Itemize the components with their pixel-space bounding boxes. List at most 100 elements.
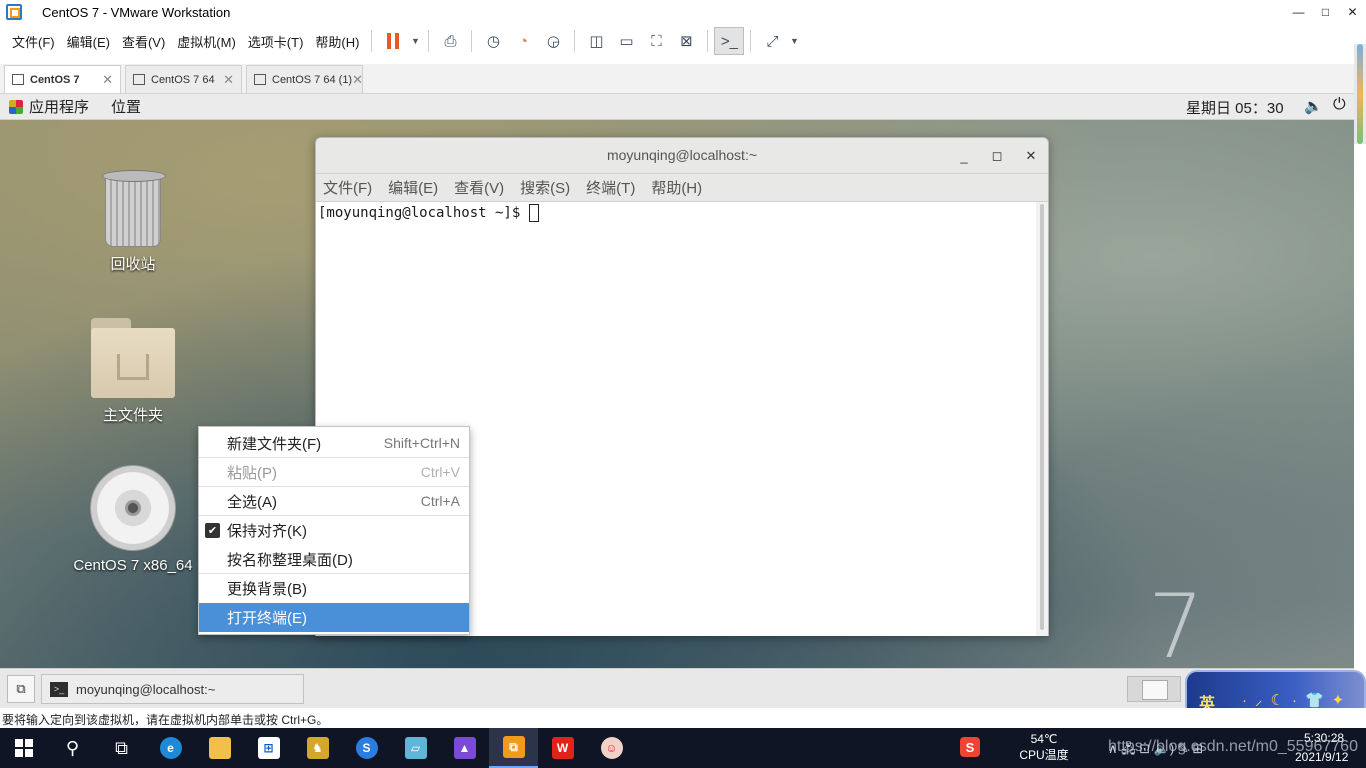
show-desktop-icon[interactable]: ⧉ xyxy=(7,675,35,703)
terminal-icon: >_ xyxy=(50,681,68,697)
chevron-down-icon[interactable]: ▼ xyxy=(787,36,801,46)
unity-icon[interactable]: ⊠ xyxy=(671,27,701,55)
photos-app-icon[interactable]: ▲ xyxy=(440,728,489,768)
menu-file[interactable]: 文件(F) xyxy=(6,32,61,51)
close-icon[interactable]: ✕ xyxy=(102,72,113,88)
menu-item-label: 全选(A) xyxy=(227,493,277,511)
terminal-menu-help[interactable]: 帮助(H) xyxy=(651,177,702,198)
cartoon-app-icon[interactable]: ☺ xyxy=(587,728,636,768)
menu-item-label: 保持对齐(K) xyxy=(227,523,307,540)
console-view-icon[interactable]: ▭ xyxy=(611,27,641,55)
terminal-maximize-button[interactable]: ◻ xyxy=(987,146,1007,166)
cpu-temperature[interactable]: 54℃ CPU温度 xyxy=(1019,731,1069,763)
terminal-close-button[interactable]: ✕ xyxy=(1021,146,1041,166)
desktop-icon-trash[interactable]: 回收站 xyxy=(73,170,193,274)
terminal-view-icon[interactable]: >_ xyxy=(714,27,745,55)
volume-icon[interactable]: 🔈 xyxy=(1304,97,1323,115)
terminal-scrollbar[interactable] xyxy=(1036,202,1048,636)
menu-view[interactable]: 查看(V) xyxy=(116,32,171,51)
vm-icon xyxy=(133,74,145,85)
minimize-button[interactable]: — xyxy=(1285,0,1312,24)
tab-centos-7-64-1[interactable]: CentOS 7 64 (1) ✕ xyxy=(246,65,363,93)
maximize-button[interactable]: □ xyxy=(1312,0,1339,24)
places-menu[interactable]: 位置 xyxy=(111,96,141,117)
tab-centos-7[interactable]: CentOS 7 ✕ xyxy=(4,65,121,93)
terminal-menu-bar: 文件(F) 编辑(E) 查看(V) 搜索(S) 终端(T) 帮助(H) xyxy=(316,174,1048,202)
start-button[interactable] xyxy=(0,728,48,768)
gnome-clock[interactable]: 星期日 05：30 xyxy=(1186,97,1284,118)
tab-label: CentOS 7 64 (1) xyxy=(272,73,353,86)
desktop-icon-home[interactable]: 主文件夹 xyxy=(73,318,193,425)
desktop-icon-disc[interactable]: CentOS 7 x86_64 xyxy=(73,465,193,574)
toolbar-divider xyxy=(750,30,752,52)
ime-decoration: ·⸝☾·👕✦ xyxy=(1242,692,1353,709)
close-icon[interactable]: ✕ xyxy=(352,72,363,88)
taskbar-item-label: moyunqing@localhost:~ xyxy=(76,681,216,697)
applications-menu[interactable]: 应用程序 xyxy=(29,96,89,117)
toolbar-divider xyxy=(574,30,576,52)
menu-item-new-folder[interactable]: 新建文件夹(F) Shift+Ctrl+N xyxy=(199,429,469,458)
menu-tabs[interactable]: 选项卡(T) xyxy=(242,32,310,51)
terminal-menu-edit[interactable]: 编辑(E) xyxy=(388,177,438,198)
power-icon[interactable]: ⏻ xyxy=(1333,96,1346,114)
file-explorer-icon[interactable] xyxy=(195,728,244,768)
fullscreen-icon[interactable]: ⛶ xyxy=(641,27,671,55)
wps-office-icon[interactable]: W xyxy=(538,728,587,768)
applications-icon[interactable] xyxy=(9,99,23,114)
menu-item-change-background[interactable]: 更换背景(B) xyxy=(199,574,469,603)
vmware-toolbar: 文件(F) 编辑(E) 查看(V) 虚拟机(M) 选项卡(T) 帮助(H) ▼ … xyxy=(0,24,1366,58)
menu-item-shortcut: Ctrl+A xyxy=(420,493,460,509)
vmware-title-bar: CentOS 7 - VMware Workstation — □ ✕ xyxy=(0,0,1366,24)
menu-item-label: 新建文件夹(F) xyxy=(227,435,322,453)
toolbar-divider xyxy=(471,30,473,52)
menu-item-select-all[interactable]: 全选(A) Ctrl+A xyxy=(199,487,469,516)
menu-item-label: 打开终端(E) xyxy=(227,610,307,627)
terminal-menu-search[interactable]: 搜索(S) xyxy=(520,177,570,198)
library-scrollbar[interactable] xyxy=(1354,44,1366,144)
desktop-context-menu: 新建文件夹(F) Shift+Ctrl+N 粘贴(P) Ctrl+V 全选(A)… xyxy=(198,426,470,635)
tab-centos-7-64[interactable]: CentOS 7 64 ✕ xyxy=(125,65,242,93)
notebook-app-icon[interactable]: ▱ xyxy=(391,728,440,768)
terminal-title-bar[interactable]: moyunqing@localhost:~ _ ◻ ✕ xyxy=(316,138,1048,174)
terminal-minimize-button[interactable]: _ xyxy=(954,146,974,166)
pause-icon[interactable] xyxy=(378,27,408,55)
chevron-down-icon[interactable]: ▼ xyxy=(408,36,422,46)
text-cursor xyxy=(528,204,539,222)
home-folder-icon xyxy=(91,318,175,398)
workspace-switcher[interactable] xyxy=(1127,676,1181,702)
stretch-icon[interactable]: ⤢ xyxy=(757,27,787,55)
edge-browser-icon[interactable]: e xyxy=(146,728,195,768)
terminal-menu-terminal[interactable]: 终端(T) xyxy=(586,177,635,198)
close-icon[interactable]: ✕ xyxy=(223,72,234,88)
game-app-icon[interactable]: ♞ xyxy=(293,728,342,768)
store-icon[interactable]: ⊞ xyxy=(244,728,293,768)
vmware-logo-icon xyxy=(6,4,22,20)
desktop-icon-label: 回收站 xyxy=(110,256,156,273)
close-button[interactable]: ✕ xyxy=(1339,0,1366,24)
menu-vm[interactable]: 虚拟机(M) xyxy=(171,32,242,51)
sogou-tray-icon[interactable]: S xyxy=(960,737,980,757)
menu-item-open-terminal[interactable]: 打开终端(E) xyxy=(199,603,469,632)
menu-item-keep-aligned[interactable]: ✔ 保持对齐(K) xyxy=(199,516,469,545)
search-icon[interactable]: ⚲ xyxy=(48,728,97,768)
toolbar-divider xyxy=(371,30,373,52)
menu-edit[interactable]: 编辑(E) xyxy=(61,32,116,51)
menu-item-label: 粘贴(P) xyxy=(227,464,277,482)
sogou-app-icon[interactable]: S xyxy=(342,728,391,768)
send-ctrl-alt-del-icon[interactable]: ⎙ xyxy=(435,27,465,55)
vmware-status-bar: 要将输入定向到该虚拟机，请在虚拟机内部单击或按 Ctrl+G。 xyxy=(0,708,1366,728)
toolbar-divider xyxy=(707,30,709,52)
taskbar-item-terminal[interactable]: >_ moyunqing@localhost:~ xyxy=(41,674,304,704)
shell-prompt: [moyunqing@localhost ~]$ xyxy=(318,205,529,221)
library-icon[interactable]: ◫ xyxy=(581,27,611,55)
task-view-icon[interactable]: ⧉ xyxy=(97,728,146,768)
snapshot-icon[interactable]: ◷ xyxy=(478,27,508,55)
menu-item-organize-by-name[interactable]: 按名称整理桌面(D) xyxy=(199,545,469,574)
menu-item-label: 按名称整理桌面(D) xyxy=(227,551,353,569)
menu-help[interactable]: 帮助(H) xyxy=(309,32,365,51)
terminal-menu-view[interactable]: 查看(V) xyxy=(454,177,504,198)
snapshot-manager-icon[interactable]: ◶ xyxy=(538,27,568,55)
vmware-taskbar-icon[interactable]: ⧉ xyxy=(489,728,538,768)
terminal-menu-file[interactable]: 文件(F) xyxy=(323,177,372,198)
revert-snapshot-icon[interactable]: ◔ xyxy=(508,27,538,55)
